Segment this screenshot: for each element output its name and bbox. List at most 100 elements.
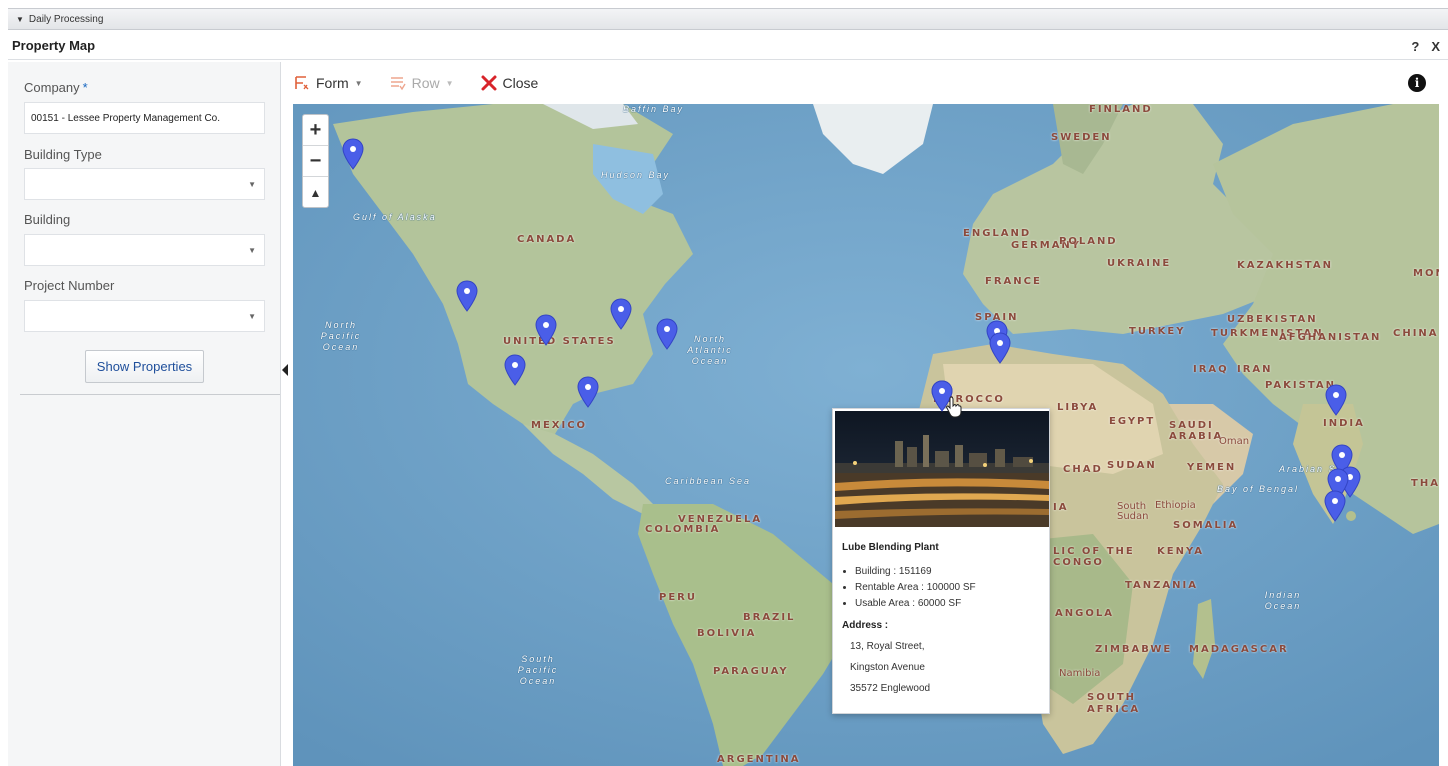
country-label: KENYA [1157,546,1204,557]
country-label: INDIA [1323,418,1365,429]
building-select[interactable]: ▼ [24,234,265,266]
country-label: UNITED STATES [503,336,616,347]
property-marker-icon[interactable] [535,314,557,346]
form-icon [295,76,309,90]
country-label: CHAD [1063,464,1103,475]
property-marker-icon[interactable] [1324,490,1346,522]
country-label: YEMEN [1187,462,1237,473]
country-label: MON [1413,268,1439,279]
country-label: CANADA [517,234,577,245]
company-field-value: 00151 - Lessee Property Management Co. [31,112,220,124]
zoom-in-button[interactable]: + [303,115,328,146]
country-label: TANZANIA [1125,580,1198,591]
country-label: EGYPT [1109,416,1156,427]
row-menu-label: Row [411,75,440,91]
chevron-down-icon[interactable]: ▼ [248,246,256,255]
country-label: BOLIVIA [697,628,757,639]
property-details: Building : 151169 Rentable Area : 100000… [855,564,976,612]
reset-north-button[interactable]: ▲ [303,177,328,208]
country-label: KAZAKHSTAN [1237,260,1333,271]
country-label: LIBYA [1057,402,1099,413]
country-label: ANGOLA [1055,608,1114,619]
property-marker-icon[interactable] [656,318,678,350]
chevron-down-icon: ▼ [354,78,363,88]
country-label: POLAND [1059,236,1118,247]
country-label: CHINA [1393,328,1439,339]
app-frame: ▼ Daily Processing Property Map ? X Comp… [0,0,1448,766]
country-label: PARAGUAY [713,666,789,677]
section-bar[interactable]: ▼ Daily Processing [8,8,1448,30]
country-label: ENGLAND [963,228,1032,239]
country-label: AFGHANISTAN [1279,332,1382,343]
property-marker-icon[interactable] [577,376,599,408]
country-label: Ethiopia [1155,500,1196,511]
property-marker-icon[interactable] [504,354,526,386]
rentable-area-detail: Rentable Area : 100000 SF [855,580,976,596]
country-label: SUDAN [1107,460,1157,471]
building-detail: Building : 151169 [855,564,976,580]
property-marker-icon[interactable] [610,298,632,330]
row-icon [390,77,406,91]
chevron-down-icon[interactable]: ▼ [248,180,256,189]
country-label: THAI [1411,478,1439,489]
building-label: Building [24,212,71,227]
close-window-button[interactable]: X [1431,39,1440,54]
country-label: Namibia [1059,668,1101,679]
form-menu-button[interactable]: Form ▼ [293,74,363,92]
company-label: Company * [24,80,88,95]
country-label: LIC OF THE CONGO [1053,546,1135,568]
zoom-out-button[interactable]: − [303,146,328,177]
property-popup: Lube Blending Plant Building : 151169 Re… [832,408,1050,714]
building-type-select[interactable]: ▼ [24,168,265,200]
country-label: PERU [659,592,697,603]
country-label: IA [1053,502,1069,513]
property-name: Lube Blending Plant [842,542,939,553]
ocean-label: North Atlantic Ocean [687,334,733,366]
water-label: Hudson Bay [601,170,671,180]
show-properties-button[interactable]: Show Properties [85,350,204,383]
property-photo [835,411,1049,527]
ocean-label: South Pacific Ocean [517,654,559,686]
country-label: IRAN [1237,364,1273,375]
country-label: BRAZIL [743,612,796,623]
country-label: COLOMBIA [645,524,721,535]
zoom-control: + − ▲ [302,114,329,208]
row-menu-button[interactable]: Row ▼ [389,74,454,92]
country-label: TURKEY [1129,326,1186,337]
property-marker-icon[interactable] [989,332,1011,364]
company-label-text: Company [24,80,80,95]
address-line: 13, Royal Street, [850,641,925,652]
country-label: ARGENTINA [717,754,801,765]
hand-cursor-icon [946,396,962,418]
section-bar-label: Daily Processing [28,13,104,25]
window-tools: ? X [1411,39,1440,54]
property-marker-icon[interactable] [456,280,478,312]
filter-panel: Company * 00151 - Lessee Property Managem… [8,62,281,766]
country-label: IRAQ [1193,364,1229,375]
country-label: UZBEKISTAN [1227,314,1318,325]
project-number-select[interactable]: ▼ [24,300,265,332]
help-button[interactable]: ? [1411,39,1419,54]
country-label: Oman [1219,436,1250,447]
country-label: ZIMBABWE [1095,644,1173,655]
ocean-label: North Pacific Ocean [320,320,362,352]
company-field[interactable]: 00151 - Lessee Property Management Co. [24,102,265,134]
chevron-down-icon: ▼ [445,78,454,88]
ocean-label: Indian Ocean [1264,590,1302,611]
address-line: Kingston Avenue [850,662,925,673]
collapse-triangle-icon[interactable]: ▼ [16,15,24,24]
property-marker-icon[interactable] [342,138,364,170]
water-label: Caribbean Sea [665,476,752,486]
country-label: MEXICO [531,420,588,431]
water-label: Baffin Bay [623,104,685,114]
country-label: SOUTH AFRICA [1087,692,1141,715]
close-button[interactable]: Close [480,74,538,92]
info-icon[interactable]: i [1408,74,1426,92]
form-menu-label: Form [316,75,349,91]
panel-divider [20,394,280,395]
chevron-down-icon[interactable]: ▼ [248,312,256,321]
collapse-panel-arrow-icon[interactable] [282,364,288,376]
address-line: 35572 Englewood [850,683,931,694]
property-marker-icon[interactable] [1325,384,1347,416]
building-type-label: Building Type [24,147,102,162]
